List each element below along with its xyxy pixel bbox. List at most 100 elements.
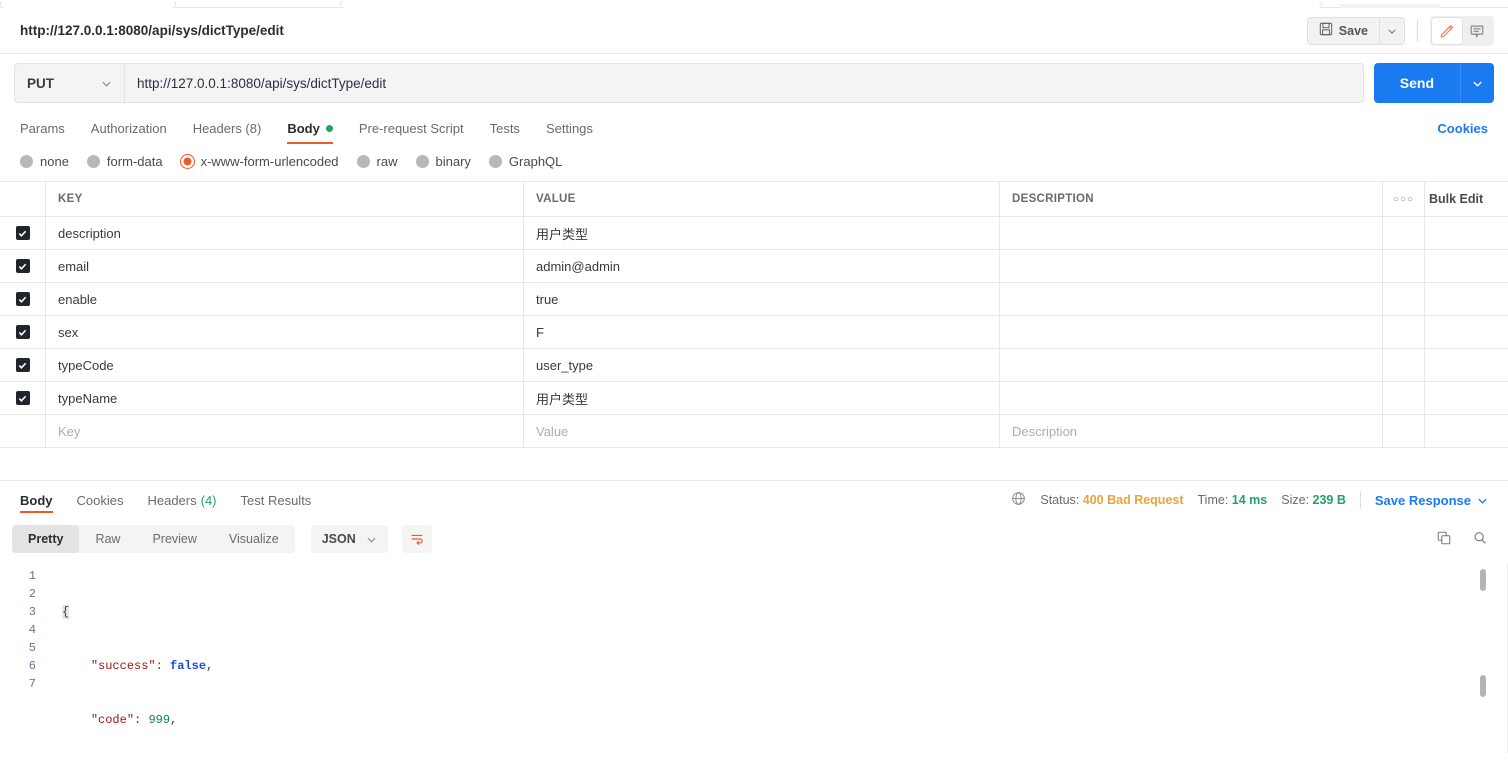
send-dropdown-button[interactable] bbox=[1460, 63, 1494, 103]
tab-pre-request-script[interactable]: Pre-request Script bbox=[359, 112, 464, 144]
response-tab-test-results[interactable]: Test Results bbox=[241, 481, 312, 519]
code-scrollbar[interactable] bbox=[1480, 569, 1486, 699]
line-number: 4 bbox=[28, 623, 36, 637]
row-value[interactable]: user_type bbox=[524, 349, 1000, 381]
body-type-x-www-form-urlencoded[interactable]: x-www-form-urlencoded bbox=[179, 154, 339, 169]
response-format-select[interactable]: JSON bbox=[310, 525, 388, 553]
check-icon bbox=[18, 395, 27, 402]
url-input[interactable]: http://127.0.0.1:8080/api/sys/dictType/e… bbox=[124, 63, 1364, 103]
row-description[interactable] bbox=[1000, 382, 1383, 414]
body-type-form-data[interactable]: form-data bbox=[86, 154, 163, 169]
response-tab-headers[interactable]: Headers (4) bbox=[147, 481, 216, 519]
row-end-cell bbox=[1425, 415, 1508, 447]
tab-strip-segment-2[interactable] bbox=[340, 0, 1322, 8]
search-button[interactable] bbox=[1472, 530, 1488, 549]
new-row-key-input[interactable]: Key bbox=[46, 415, 524, 447]
row-checkbox[interactable] bbox=[15, 358, 30, 372]
row-spacer-cell bbox=[1383, 415, 1425, 447]
row-value[interactable]: admin@admin bbox=[524, 250, 1000, 282]
code-line-open-brace: { bbox=[62, 603, 278, 621]
body-type-x-www-form-urlencoded-label: x-www-form-urlencoded bbox=[200, 154, 339, 169]
code-line-code: "code": 999, bbox=[62, 711, 278, 729]
row-description[interactable] bbox=[1000, 283, 1383, 315]
row-checkbox[interactable] bbox=[15, 292, 30, 306]
size-label: Size: bbox=[1281, 493, 1310, 507]
row-key[interactable]: enable bbox=[46, 283, 524, 315]
response-actions bbox=[1436, 530, 1488, 549]
save-dropdown-button[interactable] bbox=[1379, 16, 1405, 45]
send-group: Send bbox=[1373, 63, 1494, 103]
view-mode-raw[interactable]: Raw bbox=[79, 525, 136, 553]
new-row-value-input[interactable]: Value bbox=[524, 415, 1000, 447]
response-body-code[interactable]: 1 2 3 4 5 6 7 { "success": false, "code"… bbox=[0, 563, 1508, 753]
copy-button[interactable] bbox=[1436, 530, 1452, 549]
tab-headers[interactable]: Headers (8) bbox=[193, 112, 262, 144]
bulk-edit-button[interactable]: Bulk Edit bbox=[1425, 182, 1508, 216]
chevron-down-icon bbox=[1388, 28, 1396, 34]
row-end-cell bbox=[1425, 217, 1508, 249]
tab-strip-segment-1[interactable] bbox=[0, 0, 176, 8]
view-mode-segmented-control: Pretty Raw Preview Visualize bbox=[12, 525, 295, 553]
tab-headers-label: Headers (8) bbox=[192, 120, 262, 136]
row-checkbox[interactable] bbox=[15, 325, 30, 339]
view-mode-pretty[interactable]: Pretty bbox=[12, 525, 80, 553]
status-label: Status: bbox=[1040, 493, 1080, 507]
tab-tests[interactable]: Tests bbox=[490, 112, 520, 144]
ellipsis-icon[interactable]: ○○○ bbox=[1383, 182, 1425, 216]
row-key[interactable]: typeName bbox=[46, 382, 524, 414]
row-value[interactable]: F bbox=[524, 316, 1000, 348]
row-checkbox[interactable] bbox=[15, 391, 30, 405]
body-type-raw[interactable]: raw bbox=[356, 154, 398, 169]
row-value[interactable]: 用户类型 bbox=[524, 217, 1000, 249]
tab-settings[interactable]: Settings bbox=[546, 112, 593, 144]
response-tab-cookies[interactable]: Cookies bbox=[77, 481, 124, 519]
row-end-cell bbox=[1425, 382, 1508, 414]
tab-authorization[interactable]: Authorization bbox=[91, 112, 167, 144]
tab-strip-segment-3[interactable] bbox=[1340, 4, 1440, 8]
browser-tab-strip bbox=[0, 0, 1508, 8]
row-value[interactable]: true bbox=[524, 283, 1000, 315]
scrollbar-thumb-bottom[interactable] bbox=[1480, 675, 1486, 697]
chevron-down-icon bbox=[367, 537, 376, 543]
wrap-lines-button[interactable] bbox=[401, 525, 432, 553]
view-mode-visualize[interactable]: Visualize bbox=[213, 525, 295, 553]
line-number: 5 bbox=[28, 641, 36, 655]
http-method-select[interactable]: PUT bbox=[14, 63, 124, 103]
row-description[interactable] bbox=[1000, 316, 1383, 348]
comment-button[interactable] bbox=[1462, 18, 1492, 44]
row-key[interactable]: typeCode bbox=[46, 349, 524, 381]
view-mode-preview[interactable]: Preview bbox=[136, 525, 212, 553]
send-button[interactable]: Send bbox=[1373, 63, 1460, 103]
response-tab-body-label: Body bbox=[20, 492, 53, 508]
tab-body[interactable]: Body bbox=[287, 112, 333, 144]
line-number: 2 bbox=[28, 587, 36, 601]
scrollbar-thumb-top[interactable] bbox=[1480, 569, 1486, 591]
tab-pre-request-script-label: Pre-request Script bbox=[358, 120, 464, 136]
save-response-button[interactable]: Save Response bbox=[1375, 493, 1488, 508]
row-key[interactable]: email bbox=[46, 250, 524, 282]
row-checkbox[interactable] bbox=[15, 226, 30, 240]
row-description[interactable] bbox=[1000, 250, 1383, 282]
response-tab-body[interactable]: Body bbox=[20, 481, 53, 519]
row-checkbox[interactable] bbox=[15, 259, 30, 273]
table-row: typeCode user_type bbox=[0, 349, 1508, 382]
radio-icon bbox=[488, 155, 502, 168]
floppy-disk-icon bbox=[1319, 22, 1333, 39]
check-icon bbox=[18, 329, 27, 336]
row-value[interactable]: 用户类型 bbox=[524, 382, 1000, 414]
row-description[interactable] bbox=[1000, 349, 1383, 381]
status-field: Status: 400 Bad Request bbox=[1040, 493, 1183, 507]
row-key[interactable]: description bbox=[46, 217, 524, 249]
row-key[interactable]: sex bbox=[46, 316, 524, 348]
table-row: sex F bbox=[0, 316, 1508, 349]
tab-params[interactable]: Params bbox=[20, 112, 65, 144]
row-description[interactable] bbox=[1000, 217, 1383, 249]
save-button[interactable]: Save bbox=[1306, 16, 1379, 45]
new-row-description-input[interactable]: Description bbox=[1000, 415, 1383, 447]
body-type-binary[interactable]: binary bbox=[415, 154, 471, 169]
body-type-graphql[interactable]: GraphQL bbox=[488, 154, 562, 169]
cookies-link[interactable]: Cookies bbox=[1437, 121, 1488, 136]
body-type-raw-label: raw bbox=[376, 154, 398, 169]
body-type-none[interactable]: none bbox=[20, 154, 69, 169]
edit-mode-button[interactable] bbox=[1432, 17, 1462, 44]
